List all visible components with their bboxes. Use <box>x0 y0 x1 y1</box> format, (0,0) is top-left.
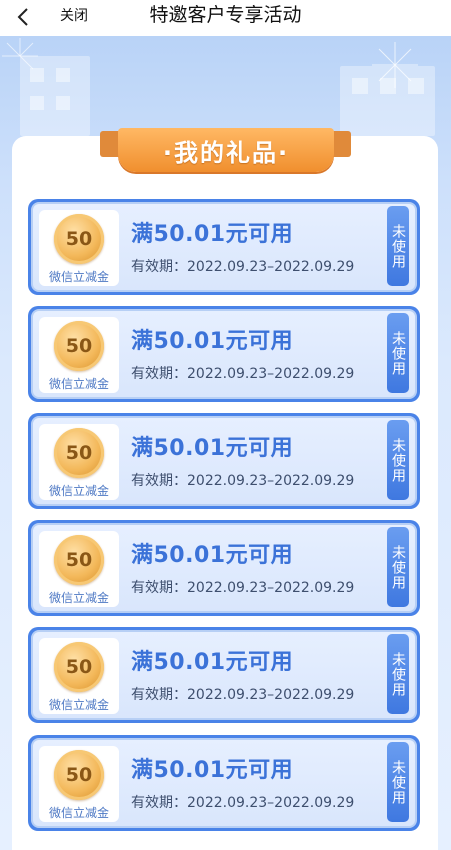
coin-icon: 50 <box>54 428 104 478</box>
status-badge-label: 未使用 <box>390 223 406 269</box>
coin-value: 50 <box>65 228 93 250</box>
status-badge-label: 未使用 <box>390 759 406 805</box>
status-badge: 未使用 <box>387 527 409 607</box>
firework-icon <box>2 38 38 70</box>
coupon-validity: 有效期：2022.09.23–2022.09.29 <box>131 580 355 596</box>
coupon-type-label: 微信立减金 <box>48 591 109 605</box>
status-badge: 未使用 <box>387 634 409 714</box>
coupon-coin-area: 50 微信立减金 <box>39 424 119 500</box>
section-ribbon: ·我的礼品· <box>118 128 334 172</box>
coin-value: 50 <box>65 442 93 464</box>
coupon-type-label: 微信立减金 <box>48 270 109 284</box>
coin-icon: 50 <box>54 535 104 585</box>
coupon-validity: 有效期：2022.09.23–2022.09.29 <box>131 473 355 489</box>
coupon-type-label: 微信立减金 <box>48 377 109 391</box>
coupon-type-label: 微信立减金 <box>48 698 109 712</box>
coupon-validity: 有效期：2022.09.23–2022.09.29 <box>131 687 355 703</box>
coupon-card[interactable]: 50 微信立减金 满50.01元可用 有效期：2022.09.23–2022.0… <box>28 627 420 723</box>
page-title: 特邀客户专享活动 <box>149 4 302 26</box>
coupon-title: 满50.01元可用 <box>131 758 294 783</box>
coupon-title: 满50.01元可用 <box>131 329 294 354</box>
coin-icon: 50 <box>54 642 104 692</box>
coupon-title: 满50.01元可用 <box>131 222 294 247</box>
status-badge: 未使用 <box>387 420 409 500</box>
coupon-coin-area: 50 微信立减金 <box>39 746 119 822</box>
coupon-coin-area: 50 微信立减金 <box>39 531 119 607</box>
nav-bar: 关闭 特邀客户专享活动 <box>0 0 451 36</box>
coin-icon: 50 <box>54 750 104 800</box>
coin-value: 50 <box>65 549 93 571</box>
coupon-type-label: 微信立减金 <box>48 806 109 820</box>
firework-icon <box>372 42 418 88</box>
coupon-coin-area: 50 微信立减金 <box>39 210 119 286</box>
coupon-card[interactable]: 50 微信立减金 满50.01元可用 有效期：2022.09.23–2022.0… <box>28 199 420 295</box>
status-badge-label: 未使用 <box>390 437 406 483</box>
section-title: ·我的礼品· <box>162 138 290 167</box>
status-badge-label: 未使用 <box>390 330 406 376</box>
status-badge: 未使用 <box>387 742 409 822</box>
status-badge-label: 未使用 <box>390 544 406 590</box>
coupon-card[interactable]: 50 微信立减金 满50.01元可用 有效期：2022.09.23–2022.0… <box>28 735 420 831</box>
coupon-card[interactable]: 50 微信立减金 满50.01元可用 有效期：2022.09.23–2022.0… <box>28 413 420 509</box>
coin-icon: 50 <box>54 321 104 371</box>
coupon-title: 满50.01元可用 <box>131 436 294 461</box>
coupon-card[interactable]: 50 微信立减金 满50.01元可用 有效期：2022.09.23–2022.0… <box>28 306 420 402</box>
coupon-type-label: 微信立减金 <box>48 484 109 498</box>
coupon-title: 满50.01元可用 <box>131 543 294 568</box>
coin-value: 50 <box>65 335 93 357</box>
coupon-validity: 有效期：2022.09.23–2022.09.29 <box>131 259 355 275</box>
coupon-validity: 有效期：2022.09.23–2022.09.29 <box>131 366 355 382</box>
coupon-title: 满50.01元可用 <box>131 650 294 675</box>
status-badge: 未使用 <box>387 313 409 393</box>
coupon-coin-area: 50 微信立减金 <box>39 317 119 393</box>
coin-value: 50 <box>65 656 93 678</box>
status-badge: 未使用 <box>387 206 409 286</box>
coin-icon: 50 <box>54 214 104 264</box>
coupon-validity: 有效期：2022.09.23–2022.09.29 <box>131 795 355 811</box>
coin-value: 50 <box>65 764 93 786</box>
coupon-card[interactable]: 50 微信立减金 满50.01元可用 有效期：2022.09.23–2022.0… <box>28 520 420 616</box>
coupon-coin-area: 50 微信立减金 <box>39 638 119 714</box>
status-badge-label: 未使用 <box>390 651 406 697</box>
